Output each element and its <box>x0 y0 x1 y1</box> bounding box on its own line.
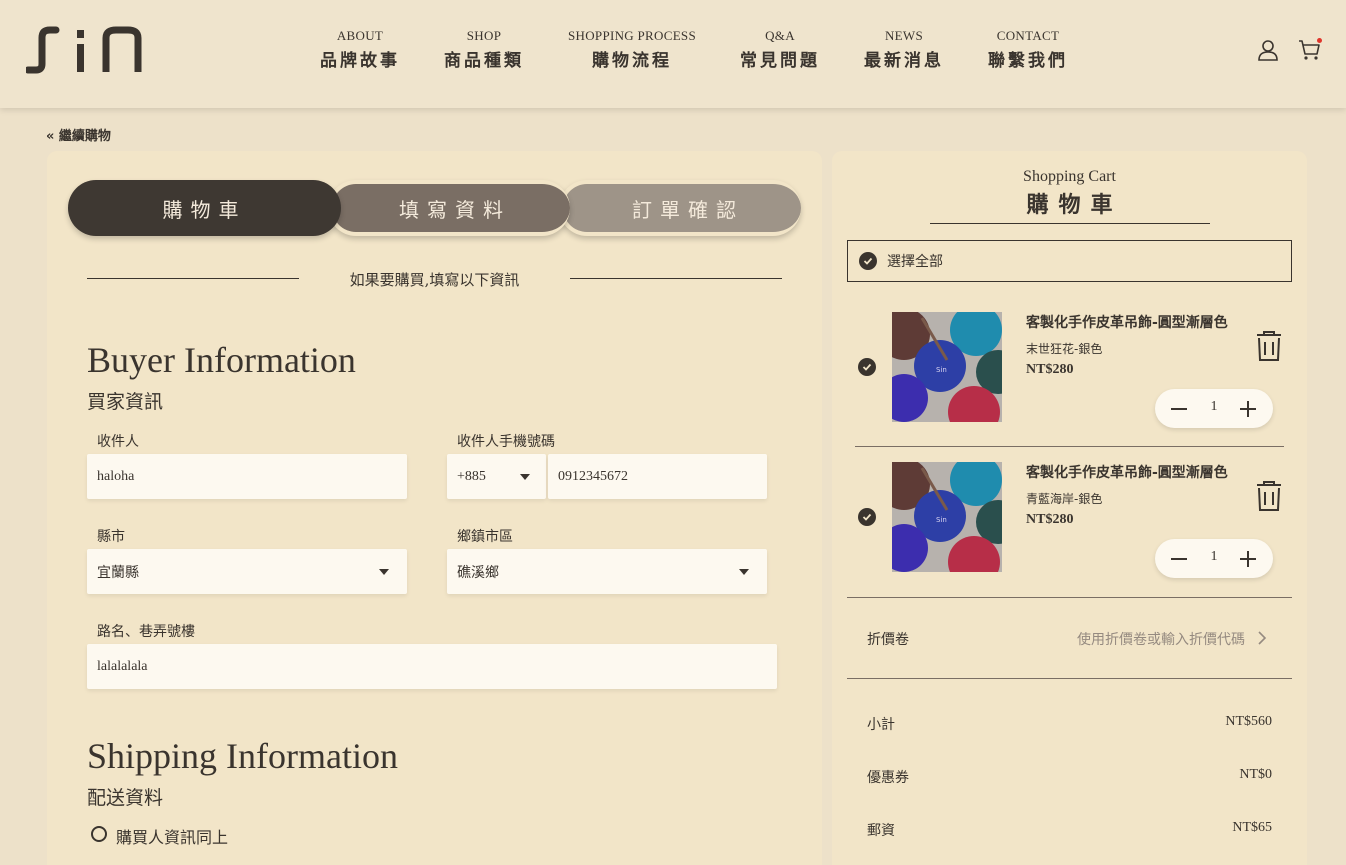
caret-down-icon <box>520 474 530 480</box>
select-all-label: 選擇全部 <box>887 254 943 270</box>
item-variant: 末世狂花-銀色 <box>1026 342 1103 356</box>
nav-contact-zh: 聯繫我們 <box>988 51 1068 71</box>
shipping-fee-label: 郵資 <box>867 823 895 839</box>
section-separator <box>847 597 1292 598</box>
item-check-icon[interactable] <box>858 508 876 526</box>
county-label: 縣市 <box>97 529 125 545</box>
recipient-value: haloha <box>97 468 135 484</box>
item-variant: 青藍海岸-銀色 <box>1026 492 1103 506</box>
phone-label: 收件人手機號碼 <box>457 434 555 450</box>
nav-process-en: SHOPPING PROCESS <box>568 28 696 43</box>
quantity-stepper: 1 <box>1155 389 1273 428</box>
user-icon[interactable] <box>1256 38 1280 62</box>
cart-notification-dot <box>1317 38 1322 43</box>
cart-item: Sin 客製化手作皮革吊飾-圓型漸層色 青藍海岸-銀色 NT$280 1 <box>832 452 1307 578</box>
district-label: 鄉鎮市區 <box>457 529 513 545</box>
item-separator <box>855 446 1284 447</box>
step-fill-info[interactable]: 填寫資料 <box>328 180 570 236</box>
nav-qa-zh: 常見問題 <box>740 51 820 71</box>
svg-text:Sin: Sin <box>936 516 947 524</box>
section-separator <box>847 678 1292 679</box>
coupon-entry-link[interactable]: 使用折價卷或輸入折價代碼 <box>1077 629 1245 649</box>
coupon-label: 折價卷 <box>867 632 909 648</box>
nav-shop[interactable]: SHOP 商品種類 <box>444 28 524 71</box>
nav-news-zh: 最新消息 <box>864 51 944 71</box>
product-image[interactable]: Sin <box>892 462 1002 572</box>
nav-news-en: NEWS <box>884 28 924 43</box>
same-as-buyer-label[interactable]: 購買人資訊同上 <box>116 824 228 848</box>
plus-icon[interactable] <box>1236 397 1260 421</box>
nav-about-en: ABOUT <box>336 28 384 43</box>
caret-down-icon <box>739 569 749 575</box>
trash-icon[interactable] <box>1254 480 1284 512</box>
shipping-title-zh: 配送資料 <box>87 787 164 809</box>
shopping-cart-panel: Shopping Cart 購物車 選擇全部 Sin 客製化手作皮革吊飾-圓型漸… <box>832 151 1307 865</box>
cart-title-zh: 購物車 <box>1026 192 1123 218</box>
nav-news[interactable]: NEWS 最新消息 <box>864 28 944 71</box>
shipping-title-en: Shipping Information <box>87 736 398 776</box>
nav-shop-en: SHOP <box>466 28 502 43</box>
nav-contact-en: CONTACT <box>996 28 1060 43</box>
discount-value: NT$0 <box>1239 767 1272 782</box>
buyer-title-en: Buyer Information <box>87 340 356 380</box>
step-cart[interactable]: 購物車 <box>68 180 341 236</box>
item-price: NT$280 <box>1026 362 1074 377</box>
subtotal-value: NT$560 <box>1225 714 1272 729</box>
plus-icon[interactable] <box>1236 547 1260 571</box>
nav-shopping-process[interactable]: SHOPPING PROCESS 購物流程 <box>568 28 696 71</box>
item-check-icon[interactable] <box>858 358 876 376</box>
quantity-value: 1 <box>1210 549 1218 564</box>
phone-value: 0912345672 <box>558 468 628 484</box>
phone-code-value: +885 <box>457 468 486 484</box>
cart-title-en: Shopping Cart <box>1023 168 1116 185</box>
trash-icon[interactable] <box>1254 330 1284 362</box>
nav-process-zh: 購物流程 <box>591 51 672 71</box>
district-select[interactable]: 礁溪鄉 <box>447 549 767 594</box>
buyer-title-zh: 買家資訊 <box>87 391 164 413</box>
divider-right <box>570 278 782 279</box>
quantity-value: 1 <box>1210 399 1218 414</box>
main-nav: ABOUT 品牌故事 SHOP 商品種類 SHOPPING PROCESS 購物… <box>0 28 1346 78</box>
nav-qa[interactable]: Q&A 常見問題 <box>740 28 820 71</box>
select-all-checkbox[interactable]: 選擇全部 <box>847 240 1292 282</box>
nav-about[interactable]: ABOUT 品牌故事 <box>320 28 400 71</box>
divider-left <box>87 278 299 279</box>
phone-input[interactable]: 0912345672 <box>548 454 767 499</box>
divider-text: 如果要購買,填寫以下資訊 <box>349 271 520 289</box>
continue-shopping-link[interactable]: « 繼續購物 <box>46 125 111 144</box>
item-price: NT$280 <box>1026 512 1074 527</box>
county-select[interactable]: 宜蘭縣 <box>87 549 407 594</box>
nav-contact[interactable]: CONTACT 聯繫我們 <box>988 28 1068 71</box>
minus-icon[interactable] <box>1167 397 1191 421</box>
address-label: 路名、巷弄號樓 <box>97 624 195 640</box>
site-header: ABOUT 品牌故事 SHOP 商品種類 SHOPPING PROCESS 購物… <box>0 0 1346 108</box>
check-icon <box>859 252 877 270</box>
nav-shop-zh: 商品種類 <box>444 51 524 71</box>
svg-text:Sin: Sin <box>936 366 947 374</box>
county-value: 宜蘭縣 <box>97 565 139 581</box>
item-name[interactable]: 客製化手作皮革吊飾-圓型漸層色 <box>1026 462 1228 482</box>
product-image[interactable]: Sin <box>892 312 1002 422</box>
step-confirm-order[interactable]: 訂單確認 <box>559 180 801 236</box>
checkout-form-panel: 購物車 填寫資料 訂單確認 如果要購買,填寫以下資訊 Buyer Informa… <box>47 151 822 865</box>
recipient-input[interactable]: haloha <box>87 454 407 499</box>
cart-title-underline <box>930 223 1210 224</box>
minus-icon[interactable] <box>1167 547 1191 571</box>
discount-label: 優惠券 <box>867 770 909 786</box>
same-as-buyer-radio[interactable] <box>91 826 107 842</box>
chevron-right-icon[interactable] <box>1256 630 1268 646</box>
shipping-fee-value: NT$65 <box>1232 820 1272 835</box>
item-name[interactable]: 客製化手作皮革吊飾-圓型漸層色 <box>1026 312 1228 332</box>
address-value: lalalalala <box>97 658 148 674</box>
phone-code-select[interactable]: +885 <box>447 454 546 499</box>
district-value: 礁溪鄉 <box>457 565 499 581</box>
nav-about-zh: 品牌故事 <box>320 51 400 71</box>
caret-down-icon <box>379 569 389 575</box>
subtotal-label: 小計 <box>867 717 895 733</box>
cart-item: Sin 客製化手作皮革吊飾-圓型漸層色 末世狂花-銀色 NT$280 1 <box>832 302 1307 428</box>
address-input[interactable]: lalalalala <box>87 644 777 689</box>
recipient-label: 收件人 <box>97 434 139 450</box>
nav-qa-en: Q&A <box>765 28 795 43</box>
quantity-stepper: 1 <box>1155 539 1273 578</box>
